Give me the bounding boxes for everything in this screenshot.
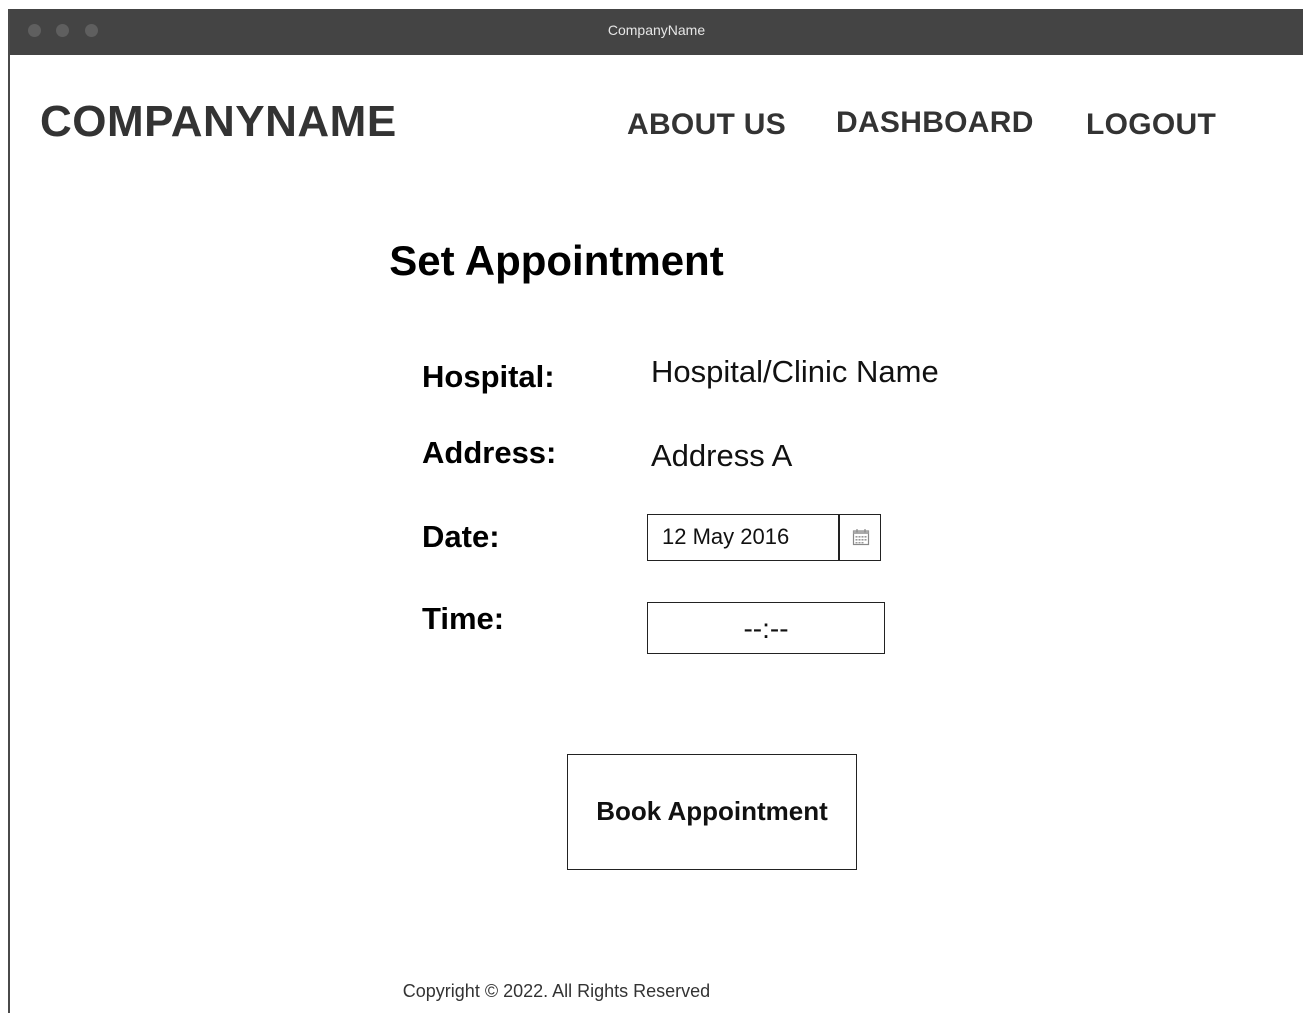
- hospital-label: Hospital:: [422, 359, 555, 394]
- book-appointment-button[interactable]: Book Appointment: [567, 754, 857, 870]
- date-input[interactable]: 12 May 2016: [647, 514, 881, 561]
- date-label: Date:: [422, 519, 500, 554]
- window-title: CompanyName: [607, 22, 706, 38]
- calendar-icon[interactable]: [852, 528, 870, 546]
- hospital-value: Hospital/Clinic Name: [651, 354, 939, 389]
- nav-logout[interactable]: LOGOUT: [1086, 108, 1216, 142]
- page-title: Set Appointment: [389, 237, 724, 284]
- date-input-divider: [838, 515, 840, 560]
- nav-dashboard[interactable]: DASHBOARD: [836, 106, 1034, 140]
- brand-logo-text[interactable]: COMPANYNAME: [40, 97, 397, 147]
- date-input-value: 12 May 2016: [662, 524, 790, 549]
- nav-about-us[interactable]: ABOUT US: [627, 108, 786, 142]
- time-input[interactable]: --:--: [647, 602, 885, 654]
- address-label: Address:: [422, 435, 557, 470]
- time-label: Time:: [422, 601, 505, 636]
- browser-window: CompanyName COMPANYNAME ABOUT US DASHBOA…: [8, 9, 1303, 1013]
- address-value: Address A: [651, 438, 793, 473]
- footer-copyright: Copyright © 2022. All Rights Reserved: [402, 981, 711, 1001]
- title-bar: CompanyName: [10, 9, 1303, 55]
